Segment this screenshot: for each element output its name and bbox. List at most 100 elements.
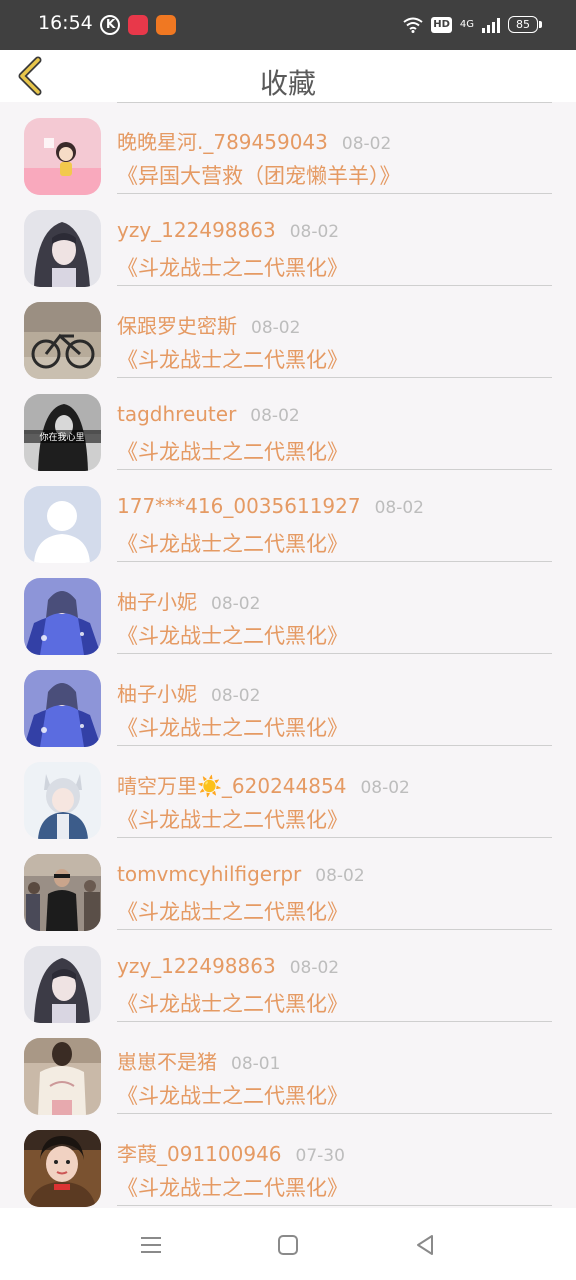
avatar-image — [24, 578, 101, 655]
username[interactable]: tagdhreuter — [117, 402, 236, 426]
favorite-list-item[interactable]: 你在我心里 tagdhreuter 08-02 《斗龙战士之二代黑化》 — [0, 378, 576, 471]
username[interactable]: yzy_122498863 — [117, 218, 276, 242]
avatar-image — [24, 1130, 101, 1207]
status-bar: 16:54 HD 4G 85 — [0, 0, 576, 50]
name-line: yzy_122498863 08-02 — [117, 954, 339, 978]
avatar[interactable] — [24, 1130, 101, 1207]
name-line: 保跟罗史密斯 08-02 — [117, 310, 300, 339]
story-title[interactable]: 《斗龙战士之二代黑化》 — [117, 712, 348, 742]
avatar[interactable] — [24, 854, 101, 931]
avatar[interactable] — [24, 302, 101, 379]
k-app-icon — [100, 15, 120, 35]
avatar-image — [24, 1038, 101, 1115]
post-date: 08-02 — [211, 594, 261, 614]
avatar-image: 你在我心里 — [24, 394, 101, 471]
story-title[interactable]: 《异国大营救（团宠懒羊羊）》 — [117, 160, 401, 190]
story-title[interactable]: 《斗龙战士之二代黑化》 — [117, 804, 348, 834]
post-date: 08-02 — [211, 686, 261, 706]
name-line: 崽崽不是猪 08-01 — [117, 1046, 280, 1075]
story-title[interactable]: 《斗龙战士之二代黑化》 — [117, 1172, 348, 1202]
post-date: 08-02 — [250, 406, 300, 426]
name-line: 柚子小妮 08-02 — [117, 586, 260, 615]
signal-icon — [482, 17, 500, 33]
svg-text:你在我心里: 你在我心里 — [39, 431, 84, 443]
name-line: yzy_122498863 08-02 — [117, 218, 339, 242]
page-title: 收藏 — [259, 67, 316, 100]
avatar-image — [24, 210, 101, 287]
avatar[interactable] — [24, 946, 101, 1023]
favorite-list-item[interactable]: 177***416_0035611927 08-02 《斗龙战士之二代黑化》 — [0, 470, 576, 563]
username[interactable]: tomvmcyhilfigerpr — [117, 862, 301, 886]
favorite-list-item[interactable]: 柚子小妮 08-02 《斗龙战士之二代黑化》 — [0, 562, 576, 655]
story-title[interactable]: 《斗龙战士之二代黑化》 — [117, 528, 348, 558]
username[interactable]: 晴空万里☀️_620244854 — [117, 774, 346, 798]
post-date: 08-02 — [289, 222, 340, 242]
avatar-image — [24, 486, 101, 563]
post-date: 08-02 — [251, 318, 301, 338]
avatar[interactable] — [24, 486, 101, 563]
username[interactable]: 柚子小妮 — [117, 590, 197, 614]
username[interactable]: 柚子小妮 — [117, 682, 197, 706]
username[interactable]: yzy_122498863 — [117, 954, 276, 978]
favorite-list-item[interactable]: yzy_122498863 08-02 《斗龙战士之二代黑化》 — [0, 930, 576, 1023]
avatar[interactable] — [24, 762, 101, 839]
story-title[interactable]: 《斗龙战士之二代黑化》 — [117, 896, 348, 926]
post-date: 08-02 — [289, 958, 340, 978]
name-line: tomvmcyhilfigerpr 08-02 — [117, 862, 365, 886]
status-time: 16:54 — [38, 12, 93, 34]
notification-icons — [100, 15, 176, 35]
avatar-image — [24, 762, 101, 839]
story-title[interactable]: 《斗龙战士之二代黑化》 — [117, 436, 348, 466]
name-line: 晴空万里☀️_620244854 08-02 — [117, 770, 410, 799]
favorite-list-item[interactable]: 柚子小妮 08-02 《斗龙战士之二代黑化》 — [0, 654, 576, 747]
orange-app-icon — [156, 15, 176, 35]
hd-badge: HD — [431, 16, 452, 33]
avatar-image — [24, 854, 101, 931]
avatar[interactable] — [24, 670, 101, 747]
favorite-list-item[interactable]: 晴空万里☀️_620244854 08-02 《斗龙战士之二代黑化》 — [0, 746, 576, 839]
story-title[interactable]: 《斗龙战士之二代黑化》 — [117, 344, 348, 374]
post-date: 08-02 — [341, 134, 392, 154]
avatar-image — [24, 118, 101, 195]
avatar[interactable] — [24, 210, 101, 287]
home-icon[interactable] — [273, 1230, 303, 1260]
avatar[interactable] — [24, 118, 101, 195]
username[interactable]: 晚晚星河._789459043 — [117, 130, 328, 154]
name-line: 177***416_0035611927 08-02 — [117, 494, 424, 518]
favorite-list-item[interactable]: yzy_122498863 08-02 《斗龙战士之二代黑化》 — [0, 194, 576, 287]
username[interactable]: 李葭_091100946 — [117, 1142, 282, 1166]
favorite-list-item[interactable]: 崽崽不是猪 08-01 《斗龙战士之二代黑化》 — [0, 1022, 576, 1115]
status-indicators: HD 4G 85 — [403, 16, 542, 33]
avatar-image — [24, 946, 101, 1023]
favorite-list-item[interactable]: tomvmcyhilfigerpr 08-02 《斗龙战士之二代黑化》 — [0, 838, 576, 931]
name-line: 柚子小妮 08-02 — [117, 678, 260, 707]
name-line: 李葭_091100946 07-30 — [117, 1138, 345, 1167]
battery-icon: 85 — [508, 16, 542, 33]
post-date: 08-02 — [374, 498, 424, 518]
post-date: 08-01 — [231, 1054, 281, 1074]
list-divider — [117, 1205, 552, 1206]
avatar[interactable] — [24, 578, 101, 655]
post-date: 08-02 — [360, 778, 410, 798]
favorite-list-item[interactable]: 晚晚星河._789459043 08-02 《异国大营救（团宠懒羊羊）》 — [0, 102, 576, 195]
username[interactable]: 177***416_0035611927 — [117, 494, 361, 518]
avatar[interactable]: 你在我心里 — [24, 394, 101, 471]
post-date: 07-30 — [295, 1146, 345, 1166]
avatar-image — [24, 302, 101, 379]
name-line: tagdhreuter 08-02 — [117, 402, 300, 426]
story-title[interactable]: 《斗龙战士之二代黑化》 — [117, 252, 348, 282]
favorite-list-item[interactable]: 保跟罗史密斯 08-02 《斗龙战士之二代黑化》 — [0, 286, 576, 379]
menu-icon[interactable] — [136, 1230, 166, 1260]
story-title[interactable]: 《斗龙战士之二代黑化》 — [117, 1080, 348, 1110]
back-triangle-icon[interactable] — [410, 1230, 440, 1260]
favorite-list-item[interactable]: 李葭_091100946 07-30 《斗龙战士之二代黑化》 — [0, 1114, 576, 1207]
favorites-list[interactable]: 晚晚星河._789459043 08-02 《异国大营救（团宠懒羊羊）》 yzy_12… — [0, 102, 576, 1208]
avatar-image — [24, 670, 101, 747]
name-line: 晚晚星河._789459043 08-02 — [117, 126, 391, 155]
header: 收藏 — [0, 50, 576, 102]
story-title[interactable]: 《斗龙战士之二代黑化》 — [117, 620, 348, 650]
username[interactable]: 保跟罗史密斯 — [117, 314, 237, 338]
avatar[interactable] — [24, 1038, 101, 1115]
story-title[interactable]: 《斗龙战士之二代黑化》 — [117, 988, 348, 1018]
username[interactable]: 崽崽不是猪 — [117, 1050, 217, 1074]
